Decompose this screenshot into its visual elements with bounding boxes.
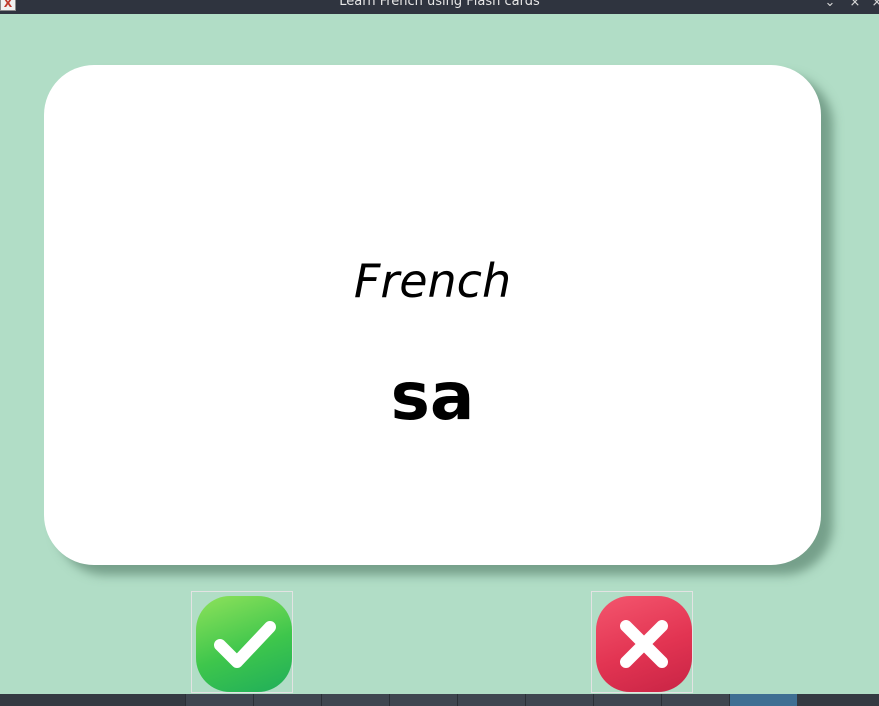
taskbar-item[interactable] [185,694,253,706]
card-word: sa [390,358,475,435]
cross-icon [620,620,668,668]
window-titlebar: X Learn French using Flash cards ⌄ × × [0,0,879,14]
known-button[interactable] [191,591,293,693]
taskbar-item-active[interactable] [729,694,797,706]
window-title: Learn French using Flash cards [339,0,540,9]
minimize-button[interactable]: ⌄ [822,0,838,11]
taskbar-item[interactable] [321,694,389,706]
flash-card: French sa [44,65,821,565]
close-icon[interactable]: × [869,0,879,11]
unknown-button[interactable] [591,591,693,693]
taskbar-item[interactable] [525,694,593,706]
checkmark-icon [214,621,276,668]
taskbar-item[interactable] [661,694,729,706]
taskbar [0,694,879,706]
close-button[interactable]: × [847,0,863,11]
card-language-title: French [353,254,512,308]
taskbar-item[interactable] [253,694,321,706]
taskbar-item[interactable] [389,694,457,706]
taskbar-item[interactable] [593,694,661,706]
taskbar-item[interactable] [457,694,525,706]
